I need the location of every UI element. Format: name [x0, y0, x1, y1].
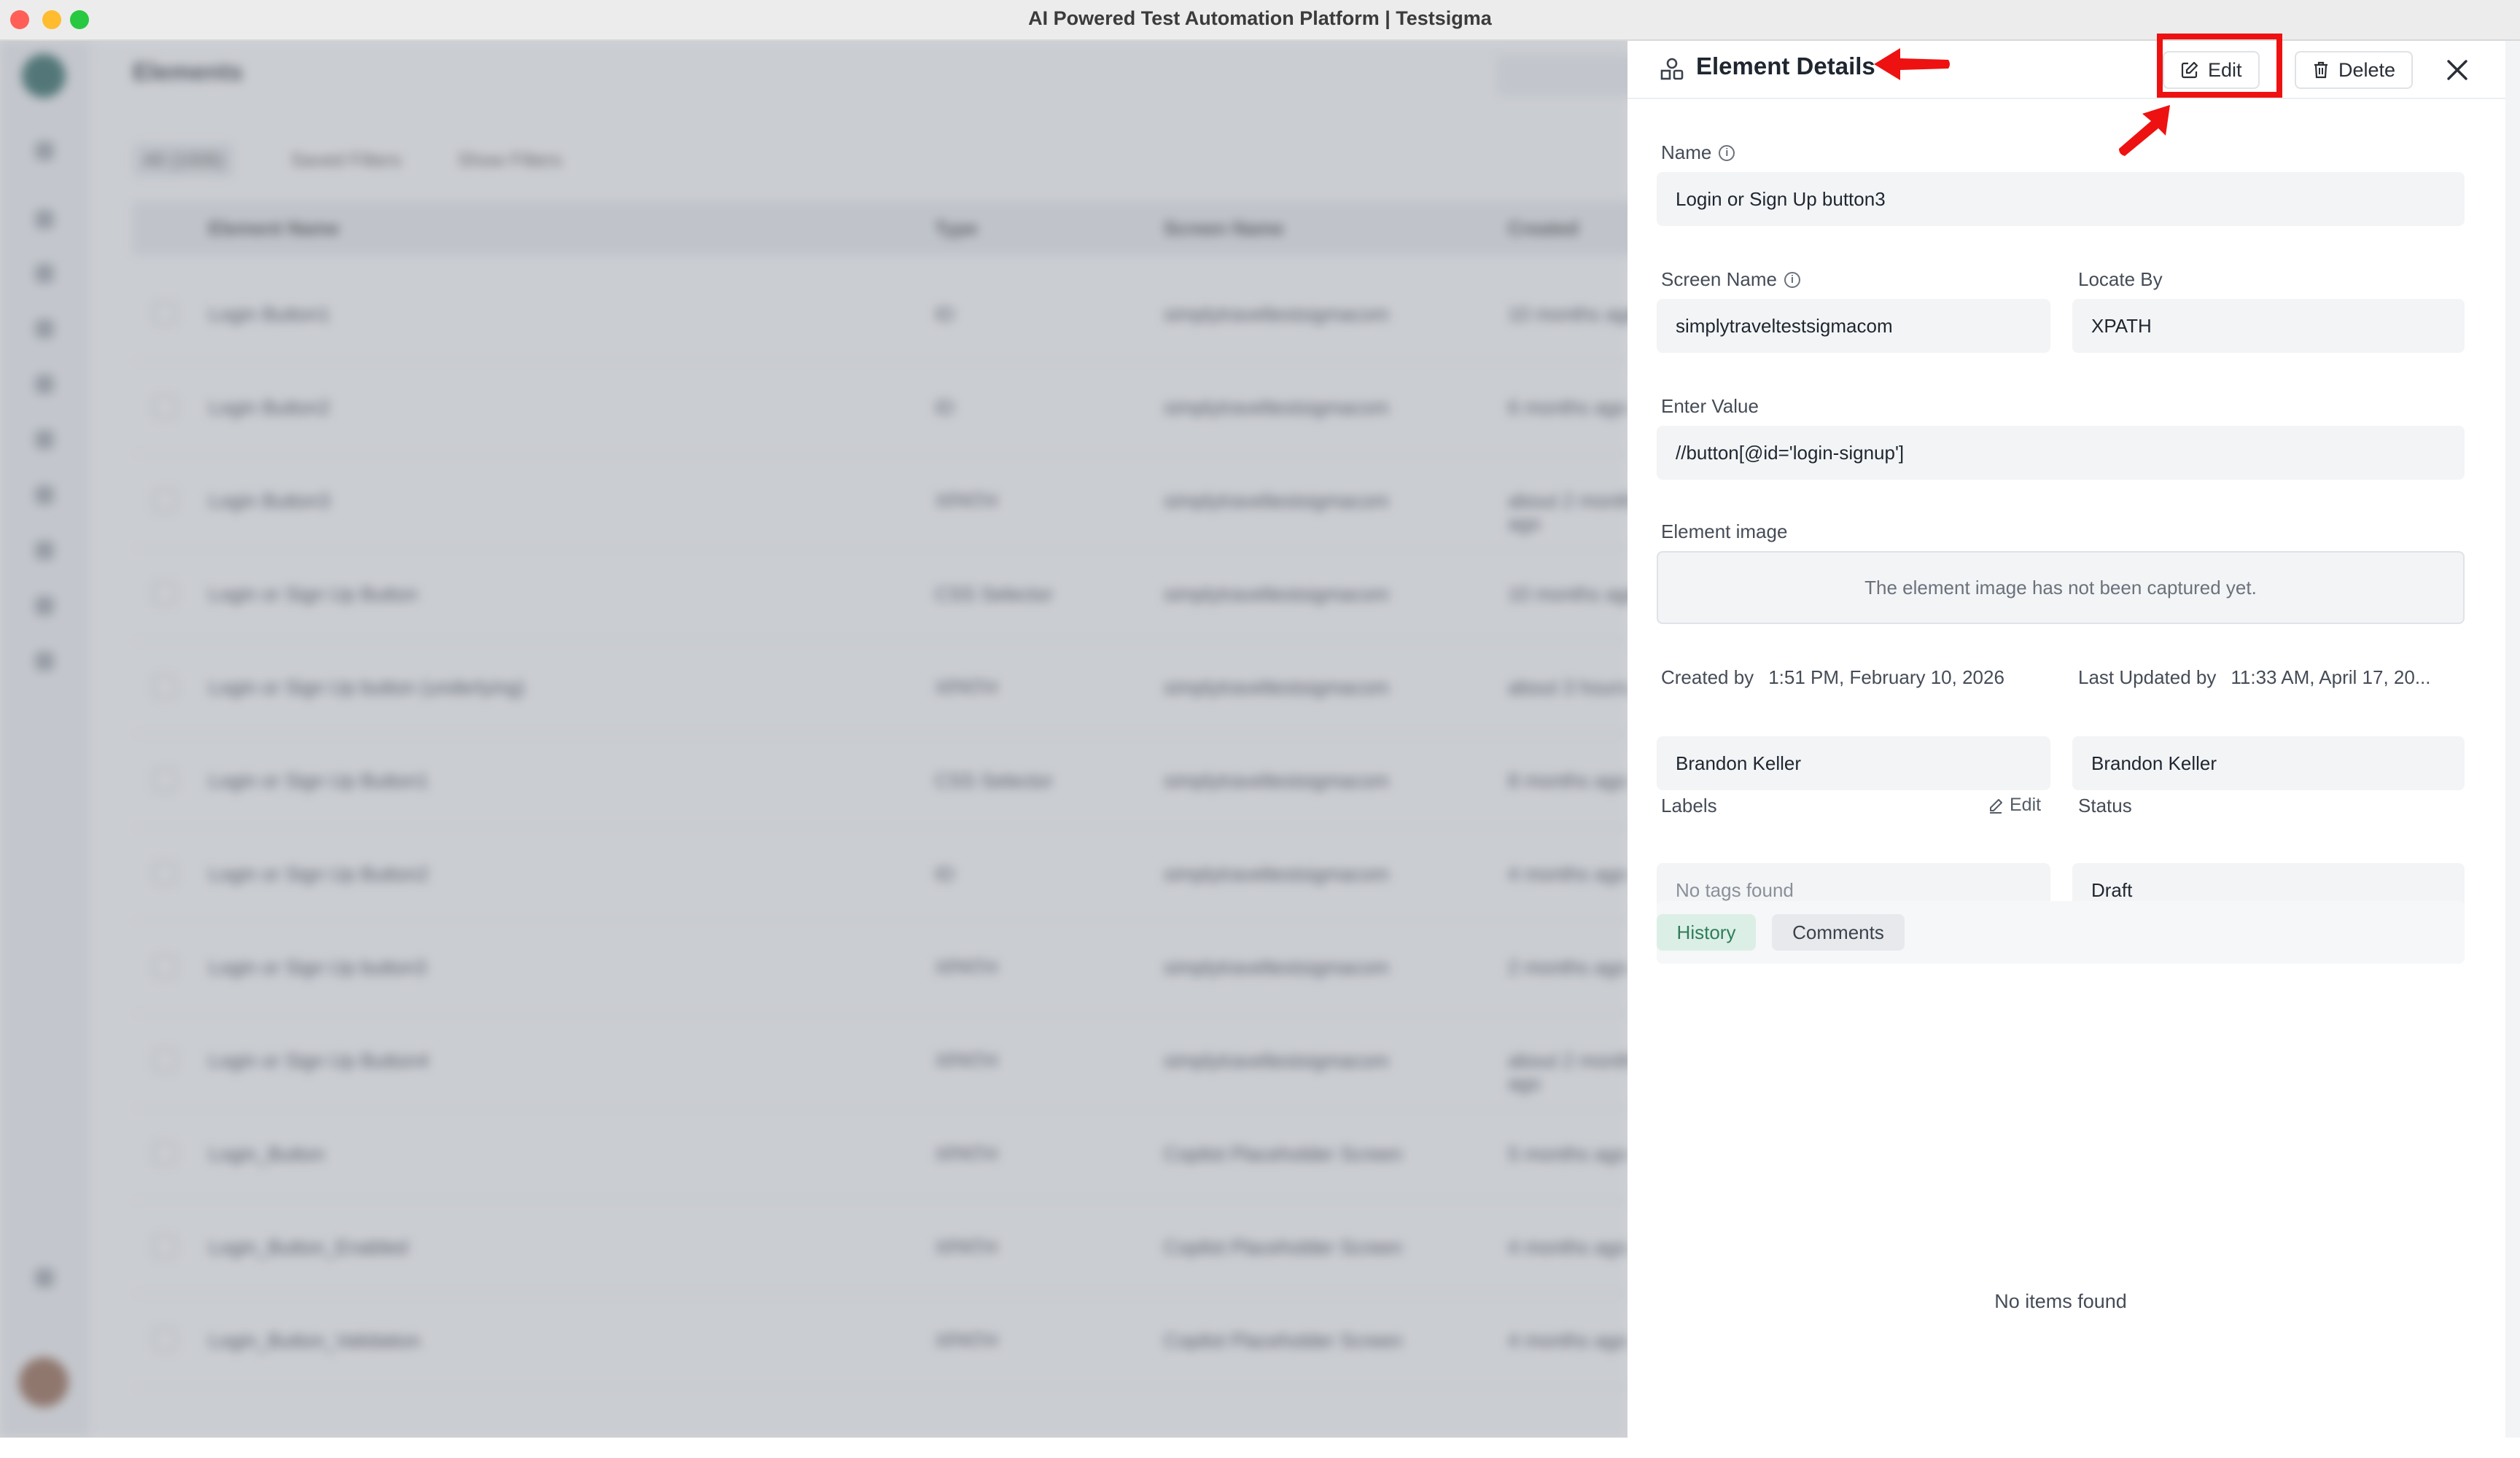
name-field[interactable]: Login or Sign Up button3	[1657, 172, 2465, 226]
labels-label: Labels	[1661, 795, 1717, 816]
app-window: AI Powered Test Automation Platform | Te…	[0, 0, 2520, 1458]
tabs-bar: History Comments	[1657, 901, 2465, 964]
delete-button[interactable]: Delete	[2295, 51, 2414, 89]
tab-history[interactable]: History	[1657, 914, 1756, 951]
window-title: AI Powered Test Automation Platform | Te…	[1028, 7, 1492, 29]
element-image-label: Element image	[1661, 521, 1788, 542]
name-label-text: Name	[1661, 141, 1712, 163]
edit-pointer-arrow-icon	[2119, 105, 2170, 156]
created-by-label: Created by 1:51 PM, February 10, 2026	[1661, 666, 2004, 689]
name-label: Name i	[1661, 141, 1735, 164]
trash-icon	[2314, 61, 2328, 79]
panel-header: Element Details Edit Delete	[1628, 41, 2505, 99]
last-updated-field: Brandon Keller	[2072, 736, 2465, 790]
locate-by-field[interactable]: XPATH	[2072, 299, 2465, 353]
tab-comments[interactable]: Comments	[1772, 914, 1905, 951]
modal-overlay[interactable]	[0, 41, 1628, 1438]
delete-button-label: Delete	[2338, 58, 2396, 81]
screen-name-field[interactable]: simplytraveltestsigmacom	[1657, 299, 2050, 353]
labels-edit-label: Edit	[2010, 795, 2042, 815]
panel-title: Element Details	[1696, 52, 1875, 79]
close-icon[interactable]	[2443, 55, 2472, 85]
element-details-panel: Element Details Edit Delete Name i Login…	[1628, 41, 2505, 1438]
created-timestamp: 1:51 PM, February 10, 2026	[1768, 666, 2004, 688]
pencil-icon	[1990, 798, 2002, 814]
background-app: Elements All (1006) Saved Filters Show F…	[0, 41, 1628, 1438]
last-updated-label: Last Updated by 11:33 AM, April 17, 20..…	[2078, 666, 2431, 689]
locate-by-label: Locate By	[2078, 268, 2163, 290]
status-label: Status	[2078, 795, 2132, 816]
info-icon[interactable]: i	[1719, 144, 1735, 161]
title-bar: AI Powered Test Automation Platform | Te…	[0, 0, 2520, 41]
enter-value-label: Enter Value	[1661, 395, 1759, 417]
empty-state-text: No items found	[1994, 1290, 2127, 1312]
created-by-label-text: Created by	[1661, 666, 1754, 688]
last-updated-label-text: Last Updated by	[2078, 666, 2217, 688]
enter-value-field[interactable]: //button[@id='login-signup']	[1657, 426, 2465, 480]
panel-scrollbar[interactable]	[2505, 41, 2520, 1438]
shapes-icon	[1660, 58, 1684, 80]
screen-name-label: Screen Name i	[1661, 268, 1800, 291]
last-updated-timestamp: 11:33 AM, April 17, 20...	[2231, 666, 2431, 688]
labels-edit-button[interactable]: Edit	[1988, 795, 2041, 816]
element-image-placeholder: The element image has not been captured …	[1657, 551, 2465, 624]
edit-highlight-box	[2157, 34, 2282, 98]
title-pointer-arrow-icon	[1874, 48, 1950, 80]
info-icon[interactable]: i	[1784, 271, 1800, 288]
created-by-field: Brandon Keller	[1657, 736, 2050, 790]
screen-name-label-text: Screen Name	[1661, 268, 1777, 290]
window-bottom-edge	[0, 1438, 2520, 1458]
